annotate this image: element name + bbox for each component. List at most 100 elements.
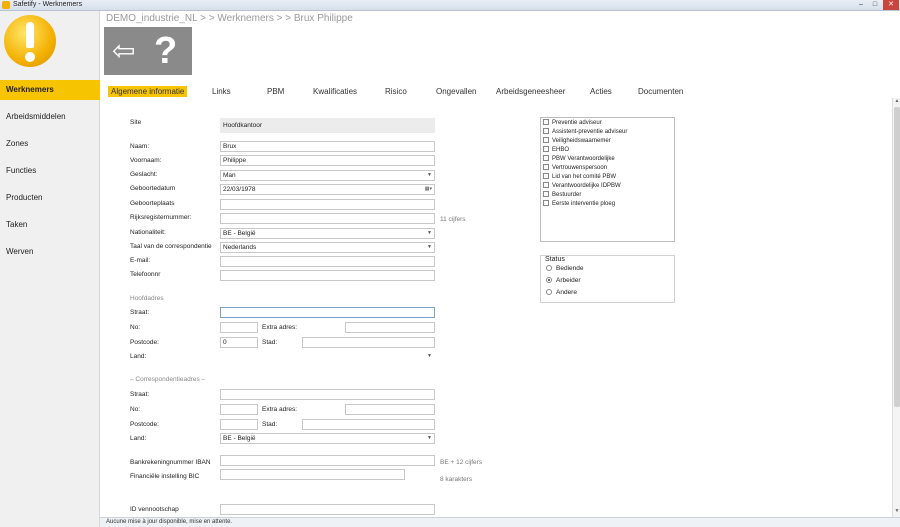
vertical-scrollbar[interactable]: ▲ ▼ <box>892 98 900 518</box>
naam-input[interactable]: Brux <box>220 141 435 152</box>
main-panel: DEMO_industrie_NL > > Werknemers > > Bru… <box>100 11 892 517</box>
sidebar-item-werknemers[interactable]: Werknemers <box>0 80 100 100</box>
logo-exclamation-icon <box>4 15 56 67</box>
sidebar-item-werven[interactable]: Werven <box>0 242 100 262</box>
role-checkbox[interactable]: EHBO <box>543 146 569 155</box>
tab-algemene-informatie[interactable]: Algemene informatie <box>108 86 188 97</box>
role-checkbox[interactable]: Vertrouwenspersoon <box>543 164 607 173</box>
tab-kwalificaties[interactable]: Kwalificaties <box>313 86 357 97</box>
status-option-bediende[interactable]: Bediende <box>546 265 583 272</box>
corr-land-select[interactable]: BE - België ▼ <box>220 433 435 444</box>
calendar-icon[interactable]: ▦▾ <box>425 185 432 194</box>
corr-straat-input[interactable] <box>220 389 435 400</box>
role-checkbox[interactable]: Eerste interventie ploeg <box>543 200 615 209</box>
help-icon[interactable]: ? <box>154 31 177 71</box>
corr-no-input[interactable] <box>220 404 258 415</box>
window-title: Safetify - Werknemers <box>13 1 83 8</box>
role-label: Eerste interventie ploeg <box>552 201 616 207</box>
naam-label: Naam: <box>130 143 150 150</box>
sidebar-item-producten[interactable]: Producten <box>0 188 100 208</box>
taal-label: Taal van de correspondentie <box>130 243 212 250</box>
corr-land-label: Land: <box>130 435 147 442</box>
hoofd-land-select[interactable]: ▼ <box>220 351 435 362</box>
corr-stad-input[interactable] <box>302 419 435 430</box>
radio-icon[interactable] <box>546 265 552 271</box>
iban-input[interactable] <box>220 455 435 466</box>
dropdown-caret-icon: ▼ <box>427 230 432 236</box>
corr-no-label: No: <box>130 406 141 413</box>
scroll-up-icon[interactable]: ▲ <box>893 98 900 106</box>
geboorteplaats-input[interactable] <box>220 199 435 210</box>
sidebar-item-functies[interactable]: Functies <box>0 161 100 181</box>
status-group: Status Bediende Arbeider Andere <box>540 255 675 303</box>
geslacht-label: Geslacht: <box>130 171 158 178</box>
role-checkbox[interactable]: Veiligheidswaarnemer <box>543 137 611 146</box>
checkbox-icon[interactable] <box>543 119 549 125</box>
checkbox-icon[interactable] <box>543 191 549 197</box>
minimize-button[interactable]: – <box>855 0 867 10</box>
role-checkbox[interactable]: Assistent-preventie adviseur <box>543 128 627 137</box>
corr-extra-input[interactable] <box>345 404 435 415</box>
role-checkbox[interactable]: PBW Verantwoordelijke <box>543 155 615 164</box>
tab-pbm[interactable]: PBM <box>267 86 284 97</box>
hoofd-extra-label: Extra adres: <box>262 324 298 331</box>
role-label: PBW Verantwoordelijke <box>552 156 615 162</box>
role-checkbox[interactable]: Preventie adviseur <box>543 119 602 128</box>
radio-selected-icon[interactable] <box>546 277 552 283</box>
status-option-arbeider[interactable]: Arbeider <box>546 277 581 284</box>
email-input[interactable] <box>220 256 435 267</box>
sidebar-item-zones[interactable]: Zones <box>0 134 100 154</box>
checkbox-icon[interactable] <box>543 155 549 161</box>
checkbox-icon[interactable] <box>543 182 549 188</box>
maximize-button[interactable]: □ <box>869 0 881 10</box>
hoofd-stad-input[interactable] <box>302 337 435 348</box>
role-checkbox[interactable]: Bestuurder <box>543 191 581 200</box>
checkbox-icon[interactable] <box>543 137 549 143</box>
hoofd-straat-input[interactable] <box>220 307 435 318</box>
status-message: Aucune mise à jour disponible, mise en a… <box>106 519 233 525</box>
vennootschap-input[interactable] <box>220 504 435 515</box>
checkbox-icon[interactable] <box>543 200 549 206</box>
voornaam-input[interactable]: Philippe <box>220 155 435 166</box>
geslacht-select[interactable]: Man ▼ <box>220 170 435 181</box>
role-label: Bestuurder <box>552 192 582 198</box>
hoofd-no-input[interactable] <box>220 322 258 333</box>
tab-risico[interactable]: Risico <box>385 86 407 97</box>
role-label: Assistent-preventie adviseur <box>552 129 628 135</box>
hoofd-extra-input[interactable] <box>345 322 435 333</box>
hoofdadres-title: Hoofdadres <box>130 295 164 302</box>
telefoon-input[interactable] <box>220 270 435 281</box>
taal-select[interactable]: Nederlands ▼ <box>220 242 435 253</box>
tab-documenten[interactable]: Documenten <box>638 86 683 97</box>
sidebar-item-taken[interactable]: Taken <box>0 215 100 235</box>
sidebar-item-arbeidsmiddelen[interactable]: Arbeidsmiddelen <box>0 107 100 127</box>
corr-postcode-input[interactable] <box>220 419 258 430</box>
role-label: Vertrouwenspersoon <box>552 165 608 171</box>
scroll-thumb[interactable] <box>894 107 900 407</box>
status-option-andere[interactable]: Andere <box>546 289 577 296</box>
checkbox-icon[interactable] <box>543 128 549 134</box>
back-arrow-icon[interactable]: ⇦ <box>112 35 135 67</box>
scroll-down-icon[interactable]: ▼ <box>893 508 900 516</box>
site-label: Site <box>130 119 142 126</box>
role-checkbox[interactable]: Lid van het comité PBW <box>543 173 616 182</box>
radio-icon[interactable] <box>546 289 552 295</box>
bic-input[interactable] <box>220 469 405 480</box>
checkbox-icon[interactable] <box>543 146 549 152</box>
close-button[interactable]: ✕ <box>883 0 899 10</box>
tab-ongevallen[interactable]: Ongevallen <box>436 86 476 97</box>
title-bar: Safetify - Werknemers – □ ✕ <box>0 0 900 11</box>
tab-links[interactable]: Links <box>212 86 231 97</box>
checkbox-icon[interactable] <box>543 173 549 179</box>
geboortedatum-picker[interactable]: 22/03/1978 ▦▾ <box>220 184 435 195</box>
hoofd-postcode-input[interactable]: 0 <box>220 337 258 348</box>
checkbox-icon[interactable] <box>543 164 549 170</box>
tab-arbeidsgeneesheer[interactable]: Arbeidsgeneesheer <box>496 86 565 97</box>
app-icon <box>2 1 10 9</box>
tab-acties[interactable]: Acties <box>590 86 612 97</box>
rijksregister-input[interactable] <box>220 213 435 224</box>
nationaliteit-value: BE - België <box>223 230 256 237</box>
nationaliteit-select[interactable]: BE - België ▼ <box>220 228 435 239</box>
status-option-label: Bediende <box>556 265 584 272</box>
role-checkbox[interactable]: Verantwoordelijke IDPBW <box>543 182 621 191</box>
